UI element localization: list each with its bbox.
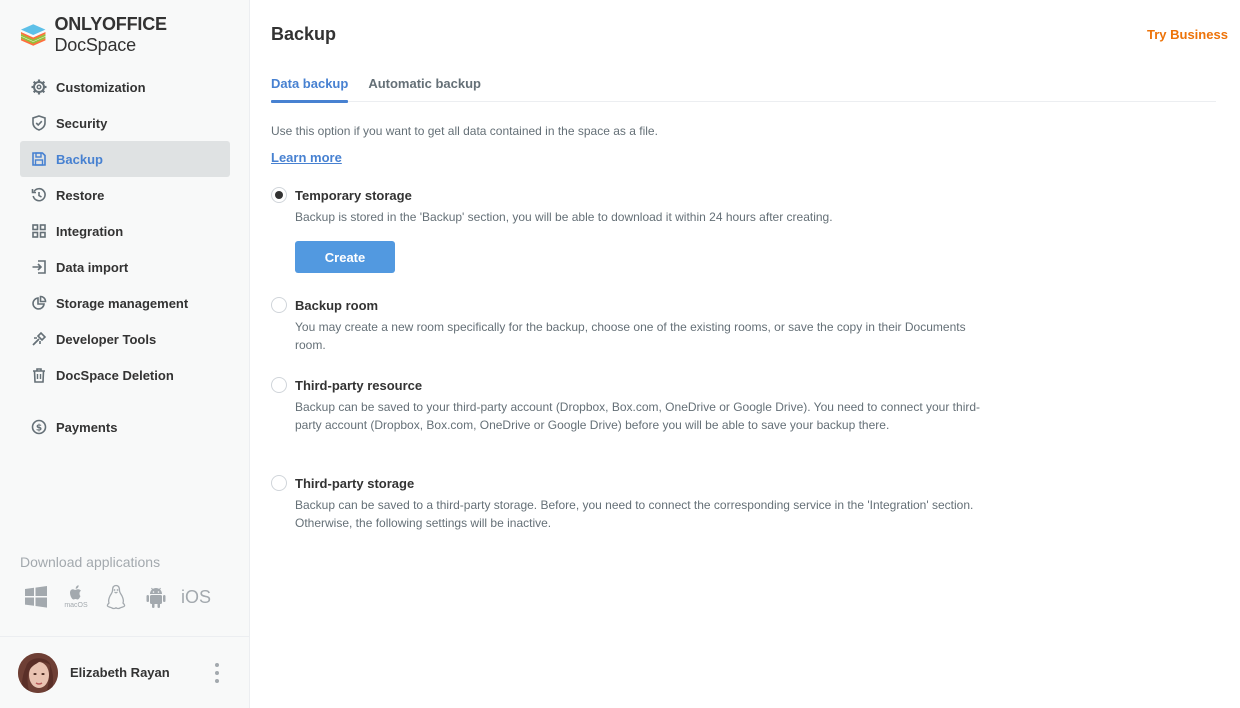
macos-icon[interactable]: macOS [60,582,92,612]
option-head[interactable]: Third-party storage [271,474,991,492]
option-label: Third-party storage [295,475,415,491]
learn-more-link[interactable]: Learn more [271,150,342,165]
sidebar-item-data-import[interactable]: Data import [20,249,230,285]
android-icon[interactable] [140,582,172,612]
option-backup-room: Backup room You may create a new room sp… [271,296,991,354]
user-profile: Elizabeth Rayan [0,636,250,708]
sidebar-item-storage-management[interactable]: Storage management [20,285,230,321]
sidebar-item-backup[interactable]: Backup [20,141,230,177]
download-apps-list: macOS iOS [20,582,220,612]
user-name: Elizabeth Rayan [70,665,170,680]
settings-nav: Customization Security Backup Restore In… [20,69,230,445]
option-temporary-storage: Temporary storage Backup is stored in th… [271,186,991,226]
shield-icon [30,114,48,132]
pie-chart-icon [30,294,48,312]
more-options-icon[interactable] [208,663,226,683]
sidebar-item-restore[interactable]: Restore [20,177,230,213]
sidebar-item-integration[interactable]: Integration [20,213,230,249]
ios-label: iOS [180,586,211,607]
sidebar-item-docspace-deletion[interactable]: DocSpace Deletion [20,357,230,393]
sidebar-item-security[interactable]: Security [20,105,230,141]
wrench-icon [30,330,48,348]
option-label: Temporary storage [295,187,412,203]
dollar-icon: $ [30,418,48,436]
brand-name: ONLYOFFICE DocSpace [54,14,167,55]
import-icon [30,258,48,276]
option-description: You may create a new room specifically f… [295,320,966,352]
sidebar: ONLYOFFICE DocSpace Customization Securi… [0,0,250,708]
sidebar-item-label: Backup [56,151,103,167]
sidebar-item-payments[interactable]: $ Payments [20,409,230,445]
nav-separator [20,393,230,409]
trash-icon [30,366,48,384]
macos-label: macOS [64,602,88,609]
option-label: Third-party resource [295,377,423,393]
linux-icon[interactable] [100,582,132,612]
floppy-disk-icon [30,150,48,168]
create-button[interactable]: Create [295,241,395,273]
restore-clock-icon [30,186,48,204]
tab-data-backup[interactable]: Data backup [271,70,349,103]
radio-third-party-storage[interactable] [271,475,287,491]
download-apps-title: Download applications [20,554,161,570]
sidebar-item-label: Customization [56,79,146,95]
ios-icon[interactable]: iOS [180,582,212,612]
option-third-party-resource: Third-party resource Backup can be saved… [271,376,991,434]
sidebar-item-label: Payments [56,419,118,435]
windows-icon[interactable] [20,582,52,612]
option-description: Backup can be saved to a third-party sto… [295,498,974,530]
radio-third-party-resource[interactable] [271,377,287,393]
option-third-party-storage: Third-party storage Backup can be saved … [271,474,991,532]
onlyoffice-logo-icon [20,24,46,46]
option-head[interactable]: Temporary storage [271,186,991,204]
sidebar-item-label: Data import [56,259,129,275]
sidebar-item-label: Security [56,115,108,131]
sidebar-item-label: Developer Tools [56,331,157,347]
gear-icon [30,78,48,96]
option-head[interactable]: Backup room [271,296,991,314]
grid-icon [30,222,48,240]
tab-automatic-backup[interactable]: Automatic backup [368,70,481,102]
sidebar-item-label: DocSpace Deletion [56,367,174,383]
sidebar-item-label: Restore [56,187,105,203]
page-title: Backup [271,24,337,44]
tab-bar: Data backup Automatic backup [271,70,1216,103]
sidebar-item-label: Integration [56,223,124,239]
avatar[interactable] [18,652,58,693]
try-business-link[interactable]: Try Business [1147,27,1228,42]
option-label: Backup room [295,297,379,313]
sidebar-item-label: Storage management [56,295,189,311]
sidebar-item-developer-tools[interactable]: Developer Tools [20,321,230,357]
backup-description: Use this option if you want to get all d… [271,124,658,138]
sidebar-item-customization[interactable]: Customization [20,69,230,105]
option-head[interactable]: Third-party resource [271,376,991,394]
svg-text:$: $ [36,424,42,434]
radio-backup-room[interactable] [271,297,287,313]
option-description: Backup can be saved to your third-party … [295,400,981,432]
option-description: Backup is stored in the 'Backup' section… [295,210,833,224]
radio-temporary-storage[interactable] [271,187,287,203]
brand-logo[interactable]: ONLYOFFICE DocSpace [20,14,249,55]
